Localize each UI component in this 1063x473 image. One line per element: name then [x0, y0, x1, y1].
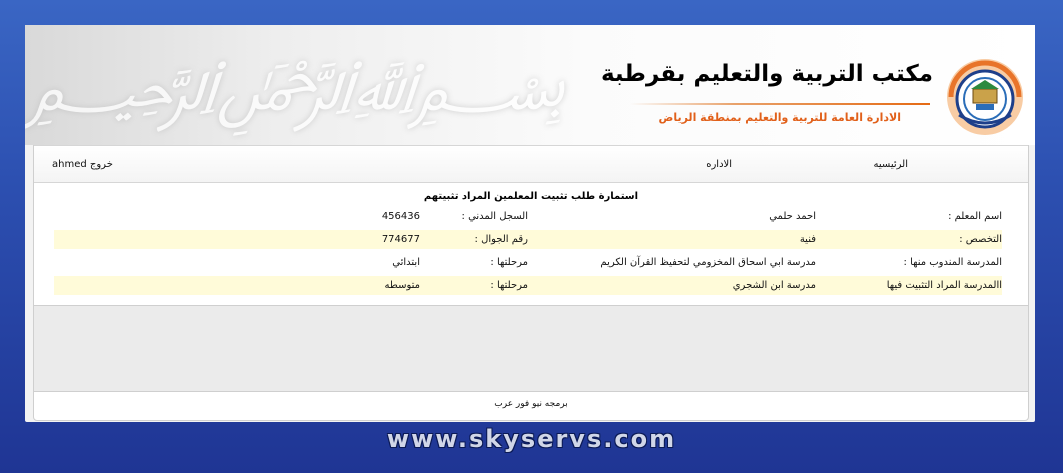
office-subtitle: الادارة العامة للتربية والتعليم بمنطقة ا…: [658, 111, 901, 124]
ministry-logo: [947, 59, 1023, 135]
row-value: ابتدائي: [392, 257, 420, 268]
row-label: اسم المعلم :: [948, 211, 1002, 222]
nav-bar: الرئيسيه الاداره خروج ahmed: [34, 145, 1028, 183]
table-row: المدرسة المندوب منها : مدرسة ابي اسحاق ا…: [54, 253, 1002, 272]
table-row: االمدرسة المراد التثبيت فيها مدرسة ابن ا…: [54, 276, 1002, 295]
row-value: 456436: [381, 211, 420, 222]
logout-link[interactable]: خروج ahmed: [52, 159, 113, 170]
row-label: السجل المدني :: [461, 211, 528, 222]
main-panel: الرئيسيه الاداره خروج ahmed استمارة طلب …: [33, 145, 1029, 306]
row-label: مرحلتها :: [490, 257, 528, 268]
row-label: المدرسة المندوب منها :: [903, 257, 1002, 268]
row-label: التخصص :: [959, 234, 1002, 245]
row-value: فنية: [799, 234, 816, 245]
row-label: رقم الجوال :: [474, 234, 528, 245]
row-value: مدرسة ابن الشجري: [732, 280, 816, 291]
row-value: احمد حلمي: [769, 211, 816, 222]
nav-home-link[interactable]: الرئيسيه: [874, 159, 908, 170]
row-value: مدرسة ابي اسحاق المخزومي لتحفيظ القرآن ا…: [600, 257, 816, 268]
calligraphy-decoration: ﷽: [25, 44, 586, 126]
row-value: متوسطه: [384, 280, 420, 291]
empty-content-area: [33, 306, 1029, 391]
row-value: 774677: [381, 234, 420, 245]
table-row: التخصص : فنية رقم الجوال : 774677: [54, 230, 1002, 249]
nav-admin-link[interactable]: الاداره: [706, 159, 732, 170]
page-frame: ﷽ مكتب التربية والتعليم بقرطبة الادارة ا…: [25, 25, 1035, 422]
table-row: اسم المعلم : احمد حلمي السجل المدني : 45…: [54, 207, 1002, 226]
footer-credit: برمجه نيو فور عرب: [494, 399, 568, 409]
footer: برمجه نيو فور عرب: [33, 391, 1029, 421]
form-title: استمارة طلب تثبيت المعلمين المراد تثبيته…: [423, 191, 639, 202]
row-label: االمدرسة المراد التثبيت فيها: [886, 280, 1002, 291]
header-banner: ﷽ مكتب التربية والتعليم بقرطبة الادارة ا…: [25, 25, 1035, 145]
site-watermark: www.skyservs.com: [386, 425, 677, 453]
title-divider: [630, 103, 930, 105]
office-title: مكتب التربية والتعليم بقرطبة: [600, 61, 933, 87]
row-label: مرحلتها :: [490, 280, 528, 291]
